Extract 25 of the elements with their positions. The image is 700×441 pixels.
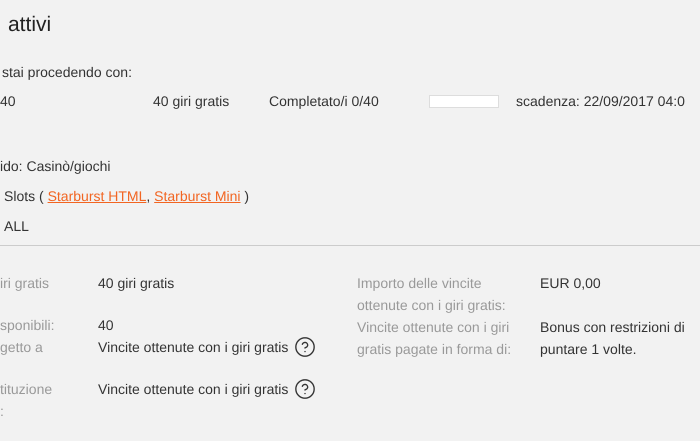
info-line: ALL [3, 217, 30, 236]
detail-label: iri gratis [0, 274, 50, 293]
progress-text: Completato/i 0/40 [269, 92, 380, 111]
page-title: attivi [7, 12, 52, 38]
game-list: Slots ( Starburst HTML, Starburst Mini ) [0, 185, 700, 207]
detail-label: sponibili: [0, 316, 56, 335]
detail-value: Vincite ottenute con i giri gratis [98, 338, 288, 357]
detail-label: tituzione : [0, 380, 54, 421]
detail-label: Vincite ottenute con i giri gratis pagate in forma di: [357, 318, 512, 359]
detail-value: 40 giri gratis [98, 274, 174, 293]
detail-value: Vincite ottenute con i giri gratis [98, 380, 288, 399]
game-link[interactable]: Starburst HTML [48, 188, 146, 204]
detail-value: 40 [98, 316, 114, 335]
help-icon[interactable] [294, 378, 316, 400]
bonus-name: 40 giri gratis [153, 92, 230, 111]
info-line: ido: Casinò/giochi [0, 157, 112, 176]
help-icon[interactable] [294, 336, 316, 358]
detail-label: getto a [0, 338, 44, 357]
detail-value: EUR 0,00 [540, 274, 602, 293]
expiry-date: scadenza: 22/09/2017 04:0 [516, 92, 685, 111]
game-link[interactable]: Starburst Mini [154, 188, 241, 204]
detail-label: Importo delle vincite ottenute con i giri gratis: [357, 274, 507, 315]
detail-value: Bonus con restrizioni di puntare 1 volte. [540, 318, 686, 359]
intro-text: stai procedendo con: [1, 63, 133, 82]
bonus-count: 40 [0, 92, 17, 111]
